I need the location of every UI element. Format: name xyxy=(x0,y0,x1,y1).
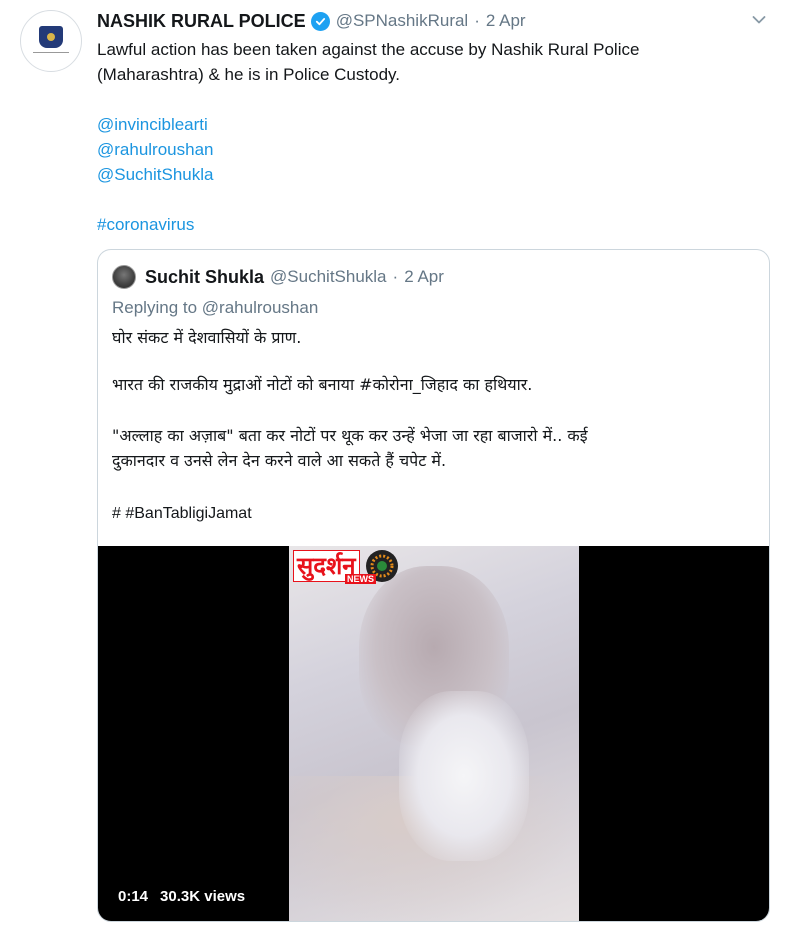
tweet-text-line: (Maharashtra) & he is in Police Custody. xyxy=(97,65,400,84)
quoted-hashtag-line: # #BanTabligiJamat xyxy=(112,505,252,522)
mention-link[interactable]: @rahulroushan xyxy=(97,137,737,162)
quoted-text-line: भारत की राजकीय मुद्राओं नोटों को बनाया #… xyxy=(112,375,533,394)
video-figure-hand xyxy=(399,691,529,861)
quoted-author-avatar[interactable] xyxy=(112,265,136,289)
chevron-down-icon[interactable] xyxy=(749,10,769,30)
tweet-header: NASHIK RURAL POLICE @SPNashikRural · 2 A… xyxy=(97,8,526,34)
author-avatar[interactable] xyxy=(20,10,82,72)
tweet-body: Lawful action has been taken against the… xyxy=(97,37,737,237)
replying-to-handle[interactable]: @rahulroushan xyxy=(202,298,319,317)
hashtag-link[interactable]: #coronavirus xyxy=(97,212,737,237)
mention-link[interactable]: @SuchitShukla xyxy=(97,162,737,187)
mention-link[interactable]: @invinciblearti xyxy=(97,112,737,137)
police-emblem-icon xyxy=(39,26,63,48)
verified-badge-icon xyxy=(310,11,330,31)
channel-logo: सुदर्शन NEWS xyxy=(293,548,398,584)
video-player[interactable]: सुदर्शन NEWS 0:14 30.3K views xyxy=(98,546,769,921)
quoted-text-line: "अल्लाह का अज़ाब" बता कर नोटों पर थूक कर… xyxy=(112,426,588,445)
tweet: NASHIK RURAL POLICE @SPNashikRural · 2 A… xyxy=(0,0,800,932)
header-separator: · xyxy=(474,11,480,30)
quoted-text-line: दुकानदार व उनसे लेन देन करने वाले आ सकते… xyxy=(112,451,447,470)
quoted-author-handle[interactable]: @SuchitShukla xyxy=(270,267,387,287)
quoted-author-name[interactable]: Suchit Shukla xyxy=(145,267,264,288)
video-views: 30.3K views xyxy=(160,888,246,905)
tweet-text-line: Lawful action has been taken against the… xyxy=(97,40,640,59)
author-name[interactable]: NASHIK RURAL POLICE xyxy=(97,11,306,32)
quoted-text-line: घोर संकट में देशवासियों के प्राण. xyxy=(112,328,302,347)
quoted-tweet[interactable]: Suchit Shukla @SuchitShukla · 2 Apr Repl… xyxy=(97,249,770,922)
replying-to-label: Replying to xyxy=(112,298,198,317)
replying-to: Replying to @rahulroushan xyxy=(112,298,318,318)
channel-logo-subtext: NEWS xyxy=(345,574,376,584)
video-meta: 0:14 30.3K views xyxy=(118,888,245,905)
author-handle[interactable]: @SPNashikRural xyxy=(336,11,469,31)
video-duration: 0:14 xyxy=(118,888,149,905)
tweet-date[interactable]: 2 Apr xyxy=(486,11,526,31)
quoted-header-separator: · xyxy=(392,267,399,286)
quoted-tweet-header: Suchit Shukla @SuchitShukla · 2 Apr xyxy=(112,264,444,290)
video-frame: सुदर्शन NEWS xyxy=(289,546,579,921)
avatar-caption-line xyxy=(33,52,69,56)
quoted-tweet-date[interactable]: 2 Apr xyxy=(404,267,444,287)
